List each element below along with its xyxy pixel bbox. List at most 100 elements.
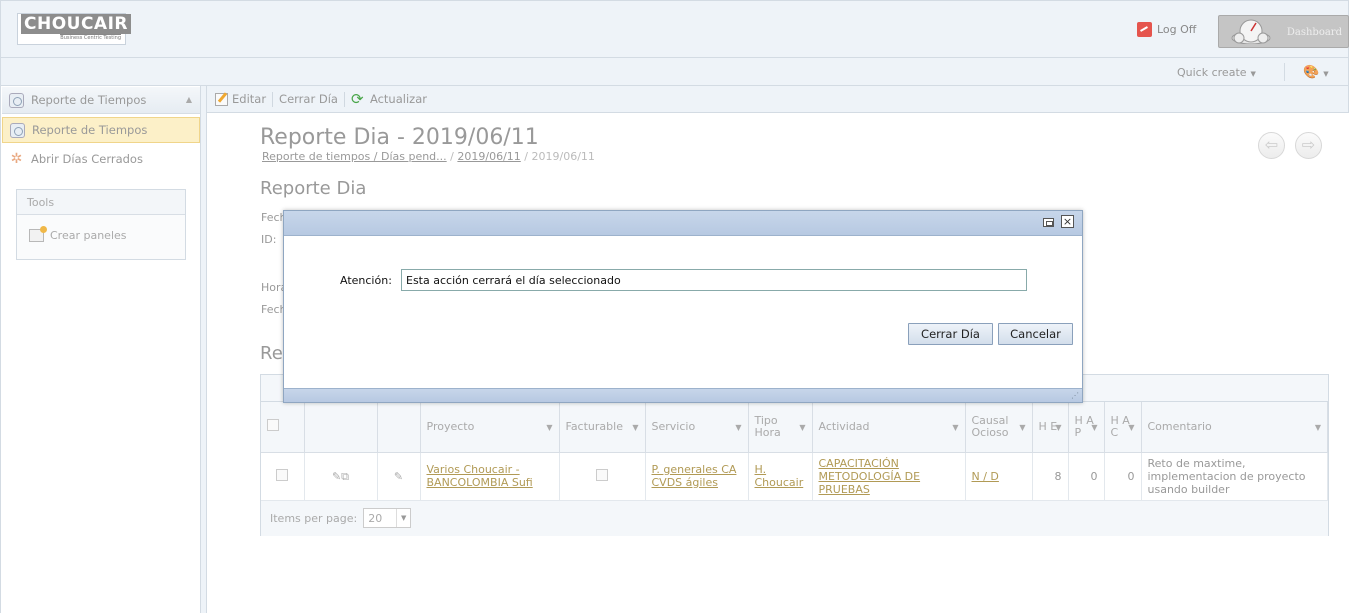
column-header-actividad[interactable]: Actividad ▼ bbox=[812, 402, 966, 453]
theme-menu[interactable]: 🎨 ▼ bbox=[1303, 65, 1329, 80]
edit-copy-icon[interactable]: ✎⧉ bbox=[332, 470, 349, 483]
filter-icon[interactable]: ▼ bbox=[632, 422, 638, 434]
column-header-tipo-hora[interactable]: Tipo Hora ▼ bbox=[748, 402, 813, 453]
column-label: Comentario bbox=[1147, 419, 1212, 433]
breadcrumb-link-date[interactable]: 2019/06/11 bbox=[457, 150, 520, 163]
create-panels-label: Crear paneles bbox=[50, 229, 127, 242]
divider bbox=[343, 91, 345, 107]
edit-icon bbox=[215, 92, 228, 106]
refresh-button[interactable]: ⟳ Actualizar bbox=[351, 91, 433, 107]
field-label-id: ID: bbox=[261, 233, 277, 246]
cell-proyecto: Varios Choucair - BANCOLOMBIA Sufi bbox=[420, 452, 560, 501]
row-edit-cell: ✎ bbox=[377, 452, 421, 501]
column-header-facturable[interactable]: Facturable ▼ bbox=[559, 402, 646, 453]
close-day-button[interactable]: Cerrar Día bbox=[279, 92, 344, 106]
chevron-down-icon: ▼ bbox=[396, 509, 410, 527]
divider bbox=[272, 91, 274, 107]
filter-icon[interactable]: ▼ bbox=[1315, 422, 1321, 434]
next-record-button[interactable]: ⇨ bbox=[1295, 132, 1322, 159]
row-checkbox[interactable] bbox=[276, 468, 289, 481]
refresh-label: Actualizar bbox=[369, 92, 427, 106]
column-label: Proyecto bbox=[426, 419, 475, 433]
resize-grip-icon[interactable]: ⋰ bbox=[1071, 391, 1081, 401]
servicio-link[interactable]: P. generales CA CVDS ágiles bbox=[652, 463, 737, 489]
dashboard-button[interactable]: Dashboard bbox=[1218, 15, 1349, 48]
close-day-label: Cerrar Día bbox=[279, 92, 338, 106]
dialog-statusbar: ⋰ bbox=[284, 388, 1082, 402]
panel-add-icon bbox=[29, 226, 47, 242]
row-select-cell bbox=[261, 452, 305, 501]
cell-comentario: Reto de maxtime, implementacion de proye… bbox=[1141, 452, 1328, 501]
dashboard-label: Dashboard bbox=[1286, 27, 1342, 38]
sidebar-item-label: Abrir Días Cerrados bbox=[31, 152, 143, 166]
filter-icon[interactable]: ▼ bbox=[799, 422, 805, 434]
filter-icon[interactable]: ▼ bbox=[952, 422, 958, 434]
column-header-causal-ocioso[interactable]: Causal Ocioso ▼ bbox=[965, 402, 1033, 453]
column-header-hap[interactable]: H A P ▼ bbox=[1068, 402, 1105, 453]
confirm-dialog: × Atención: Cerrar Día Cancelar ⋰ bbox=[283, 210, 1083, 403]
cell-hac: 0 bbox=[1104, 452, 1142, 501]
breadcrumb-link-report[interactable]: Reporte de tiempos / Días pend... bbox=[262, 150, 447, 163]
select-all-checkbox[interactable] bbox=[267, 419, 279, 432]
proyecto-link[interactable]: Varios Choucair - BANCOLOMBIA Sufi bbox=[427, 463, 533, 489]
cell-servicio: P. generales CA CVDS ágiles bbox=[645, 452, 749, 501]
cell-tipo-hora: H. Choucair bbox=[748, 452, 813, 501]
cell-causal-ocioso: N / D bbox=[965, 452, 1033, 501]
section-title: Reporte Dia bbox=[260, 178, 367, 199]
breadcrumb-separator: / bbox=[524, 150, 529, 163]
previous-record-button[interactable]: ⇦ bbox=[1258, 132, 1285, 159]
sidebar-splitter[interactable] bbox=[201, 86, 207, 613]
app-header: CHOUCAIR Business Centric Testing Log Of… bbox=[0, 0, 1349, 58]
filter-icon[interactable]: ▼ bbox=[546, 422, 552, 434]
logo-text: CHOUCAIR bbox=[21, 14, 132, 34]
column-header-servicio[interactable]: Servicio ▼ bbox=[645, 402, 749, 453]
logoff-button[interactable]: Log Off bbox=[1137, 22, 1196, 37]
table-row[interactable]: ✎⧉ ✎ Varios Choucair - BANCOLOMBIA Sufi … bbox=[261, 452, 1328, 501]
sidebar-item-reporte-tiempos[interactable]: Reporte de Tiempos bbox=[2, 117, 200, 143]
column-header-he[interactable]: H E ▼ bbox=[1032, 402, 1069, 453]
main-toolbar: Editar Cerrar Día ⟳ Actualizar bbox=[207, 86, 1349, 113]
edit-icon[interactable]: ✎ bbox=[394, 470, 403, 483]
column-header-hac[interactable]: H A C ▼ bbox=[1104, 402, 1142, 453]
tipo-hora-link[interactable]: H. Choucair bbox=[755, 463, 804, 489]
filter-icon[interactable]: ▼ bbox=[1128, 422, 1134, 434]
row-actions-cell: ✎⧉ bbox=[304, 452, 378, 501]
column-label: Tipo Hora bbox=[754, 413, 781, 439]
maximize-icon[interactable] bbox=[1043, 218, 1054, 227]
pager-label: Items per page: bbox=[270, 511, 358, 525]
sidebar-item-label: Reporte de Tiempos bbox=[32, 123, 148, 137]
dialog-label: Atención: bbox=[340, 274, 392, 287]
cancel-button[interactable]: Cancelar bbox=[998, 323, 1073, 345]
sidebar-item-abrir-dias[interactable]: ✲ Abrir Días Cerrados bbox=[2, 146, 200, 172]
sidebar: Reporte de Tiempos ▲ Reporte de Tiempos … bbox=[0, 86, 201, 613]
create-panels-link[interactable]: Crear paneles bbox=[29, 226, 127, 242]
filter-icon[interactable]: ▼ bbox=[1019, 422, 1025, 434]
filter-icon[interactable]: ▼ bbox=[735, 422, 741, 434]
page-size-select[interactable]: 20 ▼ bbox=[363, 508, 412, 528]
clock-icon bbox=[10, 122, 25, 138]
logoff-icon bbox=[1137, 22, 1152, 37]
choucair-logo[interactable]: CHOUCAIR Business Centric Testing bbox=[17, 13, 132, 45]
breadcrumb-current: 2019/06/11 bbox=[531, 150, 595, 163]
edit-button[interactable]: Editar bbox=[215, 92, 272, 106]
column-header-proyecto[interactable]: Proyecto ▼ bbox=[420, 402, 560, 453]
sidebar-header[interactable]: Reporte de Tiempos ▲ bbox=[2, 87, 200, 114]
column-header-comentario[interactable]: Comentario ▼ bbox=[1141, 402, 1328, 453]
cell-hap: 0 bbox=[1068, 452, 1105, 501]
chevron-down-icon: ▼ bbox=[1250, 70, 1256, 78]
page-size-value: 20 bbox=[368, 511, 383, 525]
dialog-titlebar[interactable]: × bbox=[284, 211, 1082, 236]
causal-ocioso-link[interactable]: N / D bbox=[972, 470, 999, 483]
actividad-link[interactable]: CAPACITACIÓN METODOLOGÍA DE PRUEBAS bbox=[819, 457, 921, 496]
dialog-message-field[interactable] bbox=[401, 269, 1027, 291]
chevron-up-icon[interactable]: ▲ bbox=[186, 95, 192, 104]
quick-create-menu[interactable]: Quick create ▼ bbox=[1177, 66, 1256, 79]
facturable-checkbox bbox=[596, 468, 608, 481]
edit-label: Editar bbox=[232, 92, 267, 106]
confirm-close-day-button[interactable]: Cerrar Día bbox=[908, 323, 993, 345]
filter-icon[interactable]: ▼ bbox=[1091, 422, 1097, 434]
close-icon[interactable]: × bbox=[1061, 215, 1074, 228]
breadcrumb-separator: / bbox=[450, 150, 454, 163]
palette-icon: 🎨 bbox=[1303, 65, 1320, 80]
filter-icon[interactable]: ▼ bbox=[1055, 422, 1061, 434]
